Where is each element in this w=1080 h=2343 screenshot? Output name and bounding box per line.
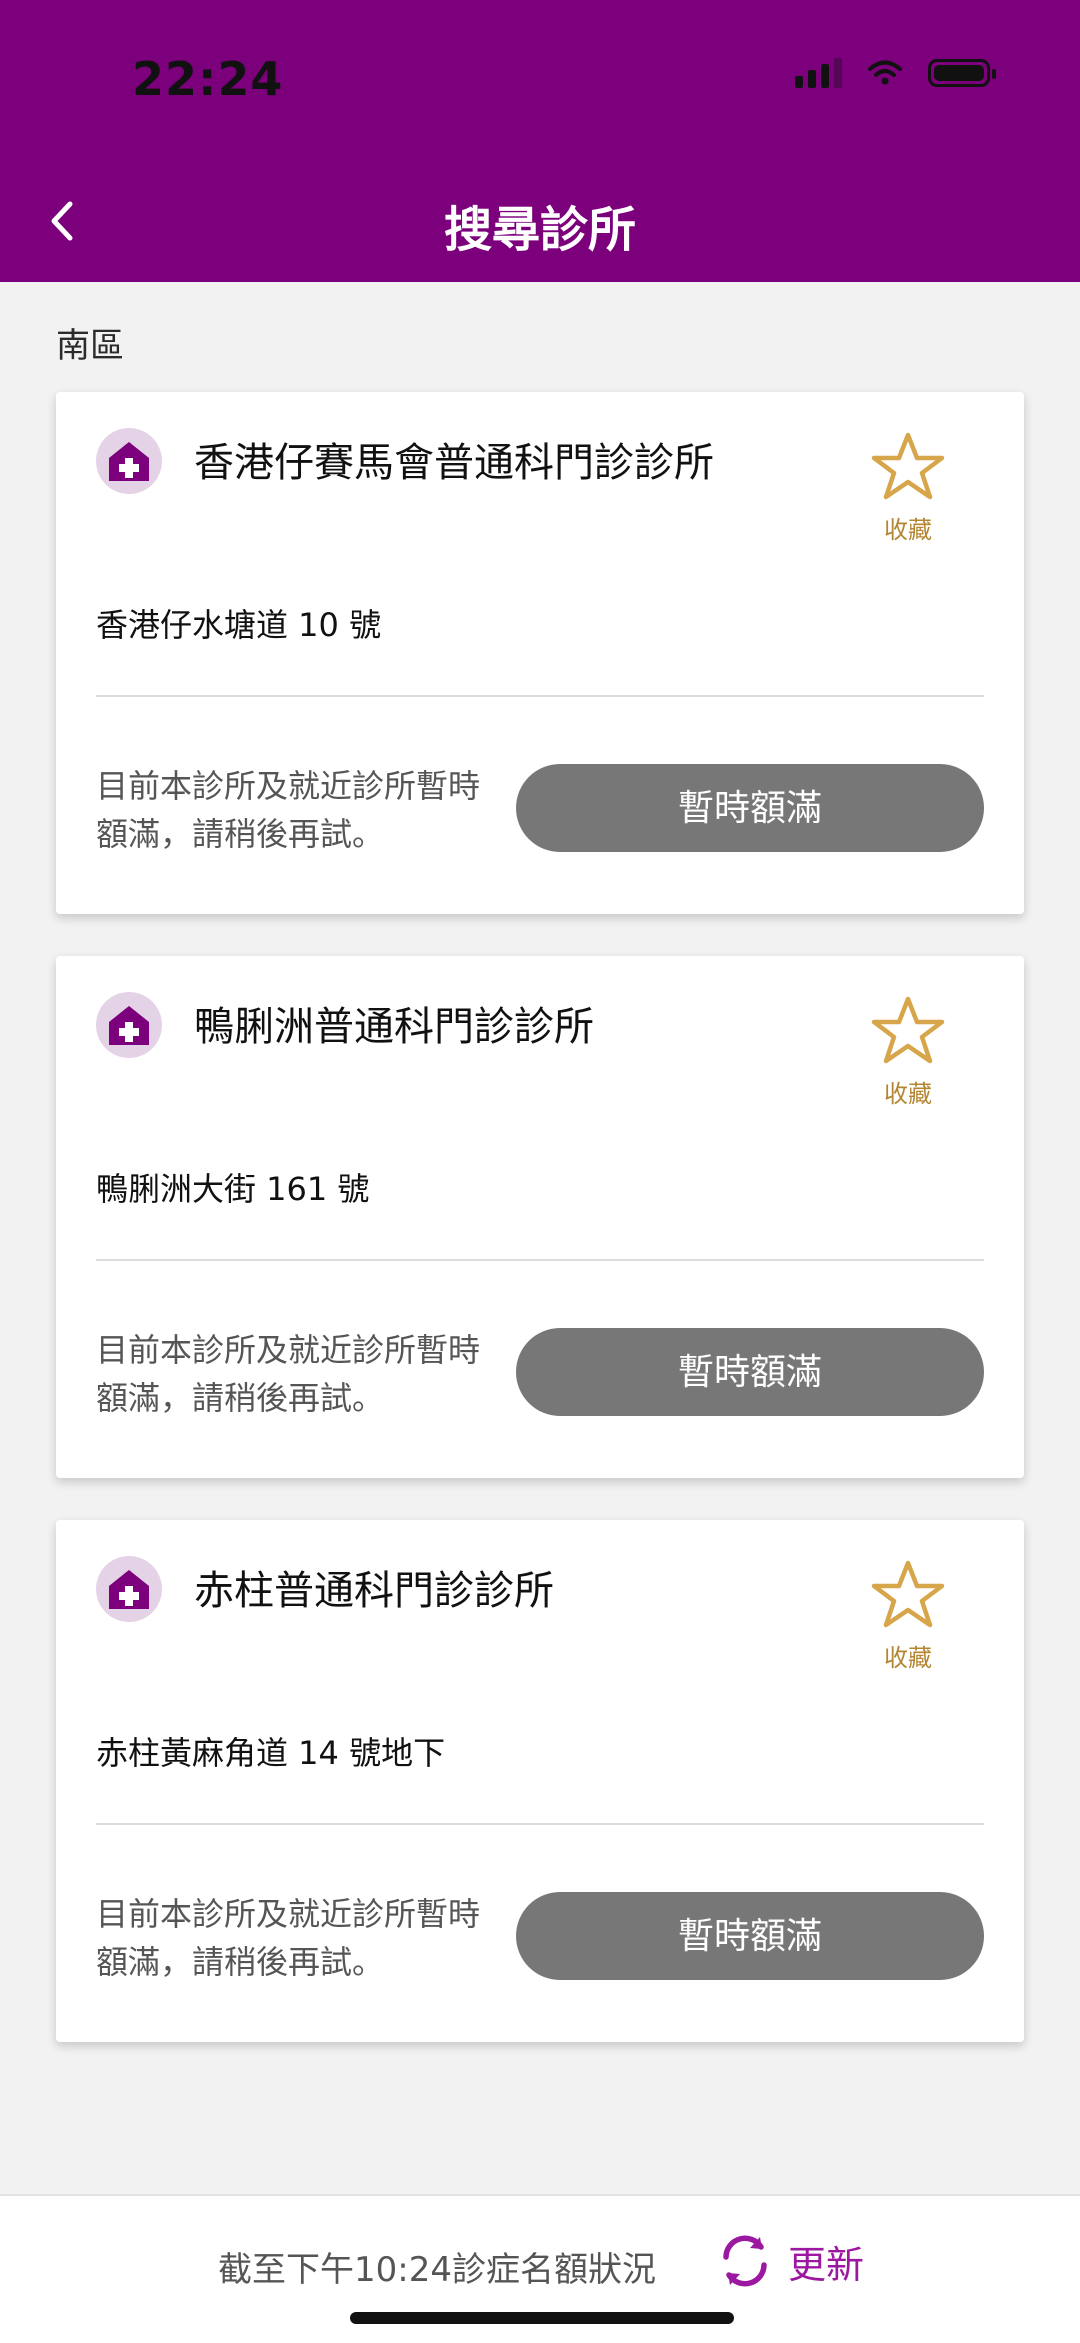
divider xyxy=(96,695,984,697)
page-title: 搜尋診所 xyxy=(443,202,636,258)
clinic-card[interactable]: 香港仔賽馬會普通科門診診所 收藏 香港仔水塘道 10 號 目前本診所及就近診所暫… xyxy=(56,392,1024,914)
star-icon xyxy=(871,432,945,500)
availability-message: 目前本診所及就近診所暫時額滿，請稍後再試。 xyxy=(96,767,481,853)
signal-icon xyxy=(795,58,842,88)
region-label: 南區 xyxy=(56,326,124,366)
status-icons xyxy=(795,58,996,88)
refresh-button[interactable]: 更新 xyxy=(716,2232,864,2290)
refresh-icon xyxy=(723,2235,767,2287)
star-icon xyxy=(871,996,945,1064)
temporarily-full-button[interactable]: 暫時額滿 xyxy=(516,764,984,852)
divider xyxy=(96,1823,984,1825)
availability-message: 目前本診所及就近診所暫時額滿，請稍後再試。 xyxy=(96,1895,481,1981)
favorite-label: 收藏 xyxy=(884,516,932,544)
battery-icon xyxy=(928,59,996,87)
clinic-address: 鴨脷洲大街 161 號 xyxy=(96,1170,370,1208)
clinic-name: 赤柱普通科門診診所 xyxy=(194,1568,554,1614)
status-time: 22:24 xyxy=(132,52,284,106)
clinic-card[interactable]: 鴨脷洲普通科門診診所 收藏 鴨脷洲大街 161 號 目前本診所及就近診所暫時額滿… xyxy=(56,956,1024,1478)
availability-message: 目前本診所及就近診所暫時額滿，請稍後再試。 xyxy=(96,1331,481,1417)
favorite-button[interactable]: 收藏 xyxy=(868,430,948,545)
favorite-button[interactable]: 收藏 xyxy=(868,994,948,1109)
quota-status-text: 截至下午10:24診症名額狀況 xyxy=(218,2250,656,2290)
star-icon xyxy=(871,1560,945,1628)
temporarily-full-button[interactable]: 暫時額滿 xyxy=(516,1892,984,1980)
divider xyxy=(96,1259,984,1261)
favorite-label: 收藏 xyxy=(884,1644,932,1672)
clinic-address: 赤柱黃麻角道 14 號地下 xyxy=(96,1734,446,1772)
favorite-button[interactable]: 收藏 xyxy=(868,1558,948,1673)
refresh-label: 更新 xyxy=(788,2242,865,2287)
clinic-card[interactable]: 赤柱普通科門診診所 收藏 赤柱黃麻角道 14 號地下 目前本診所及就近診所暫時額… xyxy=(56,1520,1024,2042)
wifi-icon xyxy=(868,60,902,85)
favorite-label: 收藏 xyxy=(884,1080,932,1108)
home-indicator xyxy=(350,2312,734,2324)
clinic-house-icon xyxy=(96,1556,162,1622)
temporarily-full-button[interactable]: 暫時額滿 xyxy=(516,1328,984,1416)
clinic-name: 鴨脷洲普通科門診診所 xyxy=(194,1004,594,1050)
app-header: 22:24 搜尋診所 xyxy=(0,0,1080,282)
clinic-house-icon xyxy=(96,428,162,494)
clinic-address: 香港仔水塘道 10 號 xyxy=(96,606,382,644)
clinic-name: 香港仔賽馬會普通科門診診所 xyxy=(194,440,714,486)
clinic-house-icon xyxy=(96,992,162,1058)
